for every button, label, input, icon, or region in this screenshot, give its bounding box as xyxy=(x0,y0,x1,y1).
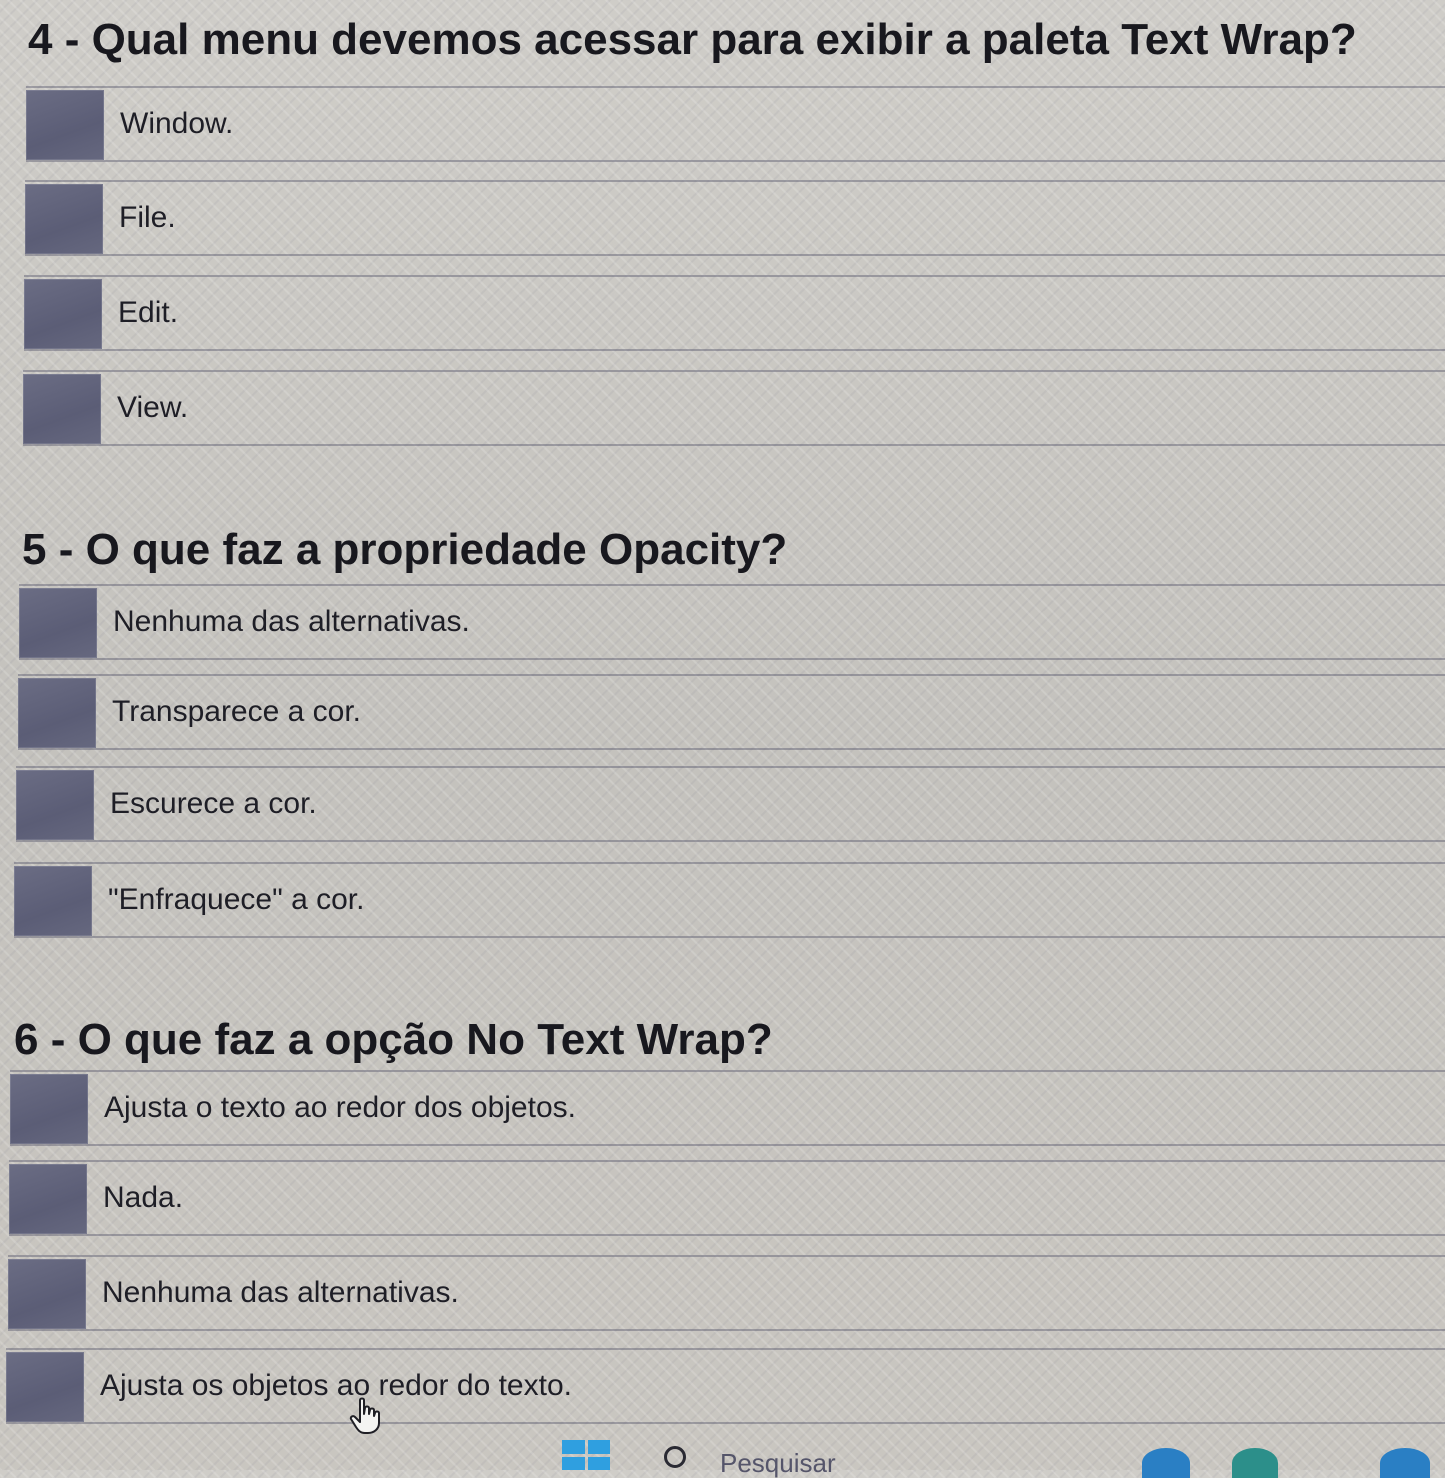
option-nenhuma[interactable]: Nenhuma das alternativas. xyxy=(8,1255,1445,1331)
option-nada[interactable]: Nada. xyxy=(9,1160,1445,1236)
option-label: View. xyxy=(117,391,189,424)
option-checkbox[interactable] xyxy=(24,279,102,349)
option-checkbox[interactable] xyxy=(18,678,96,748)
question-title: 5 - O que faz a propriedade Opacity? xyxy=(22,525,788,574)
option-window[interactable]: Window. xyxy=(26,86,1445,162)
option-enfraquece[interactable]: "Enfraquece" a cor. xyxy=(14,862,1445,938)
option-edit[interactable]: Edit. xyxy=(24,275,1445,351)
option-label: "Enfraquece" a cor. xyxy=(108,883,365,916)
option-checkbox[interactable] xyxy=(8,1259,86,1329)
option-label: Transparece a cor. xyxy=(112,695,362,728)
search-placeholder: Pesquisar xyxy=(720,1448,836,1478)
search-icon xyxy=(664,1446,686,1468)
hand-cursor-icon xyxy=(349,1397,380,1434)
option-ajusta-texto[interactable]: Ajusta o texto ao redor dos objetos. xyxy=(10,1070,1445,1146)
option-checkbox[interactable] xyxy=(10,1074,88,1144)
option-checkbox[interactable] xyxy=(16,770,94,840)
option-file[interactable]: File. xyxy=(25,180,1445,256)
option-checkbox[interactable] xyxy=(14,866,92,936)
option-label: Ajusta o texto ao redor dos objetos. xyxy=(104,1091,576,1124)
tray-app-icon[interactable] xyxy=(1232,1448,1278,1478)
question-title: 4 - Qual menu devemos acessar para exibi… xyxy=(28,15,1357,64)
option-checkbox[interactable] xyxy=(6,1352,84,1422)
option-label: Ajusta os objetos ao redor do texto. xyxy=(100,1369,572,1402)
tray-app-icon[interactable] xyxy=(1142,1448,1190,1478)
taskbar: Pesquisar xyxy=(0,1436,1445,1478)
option-label: Nada. xyxy=(103,1181,184,1214)
option-transparece[interactable]: Transparece a cor. xyxy=(18,674,1445,750)
option-escurece[interactable]: Escurece a cor. xyxy=(16,766,1445,842)
option-checkbox[interactable] xyxy=(19,588,97,658)
option-label: Nenhuma das alternativas. xyxy=(113,605,470,638)
tray-app-icon[interactable] xyxy=(1380,1448,1430,1478)
option-checkbox[interactable] xyxy=(25,184,103,254)
option-label: Window. xyxy=(120,107,234,140)
windows-logo-icon[interactable] xyxy=(562,1440,610,1470)
taskbar-search[interactable]: Pesquisar xyxy=(664,1440,914,1476)
option-nenhuma[interactable]: Nenhuma das alternativas. xyxy=(19,584,1445,660)
option-checkbox[interactable] xyxy=(26,90,104,160)
option-checkbox[interactable] xyxy=(23,374,101,444)
option-label: File. xyxy=(119,201,176,234)
option-view[interactable]: View. xyxy=(23,370,1445,446)
option-label: Escurece a cor. xyxy=(110,787,317,820)
option-checkbox[interactable] xyxy=(9,1164,87,1234)
question-title: 6 - O que faz a opção No Text Wrap? xyxy=(14,1015,773,1064)
option-label: Edit. xyxy=(118,296,179,329)
option-label: Nenhuma das alternativas. xyxy=(102,1276,459,1309)
option-ajusta-objetos[interactable]: Ajusta os objetos ao redor do texto. xyxy=(6,1348,1445,1424)
